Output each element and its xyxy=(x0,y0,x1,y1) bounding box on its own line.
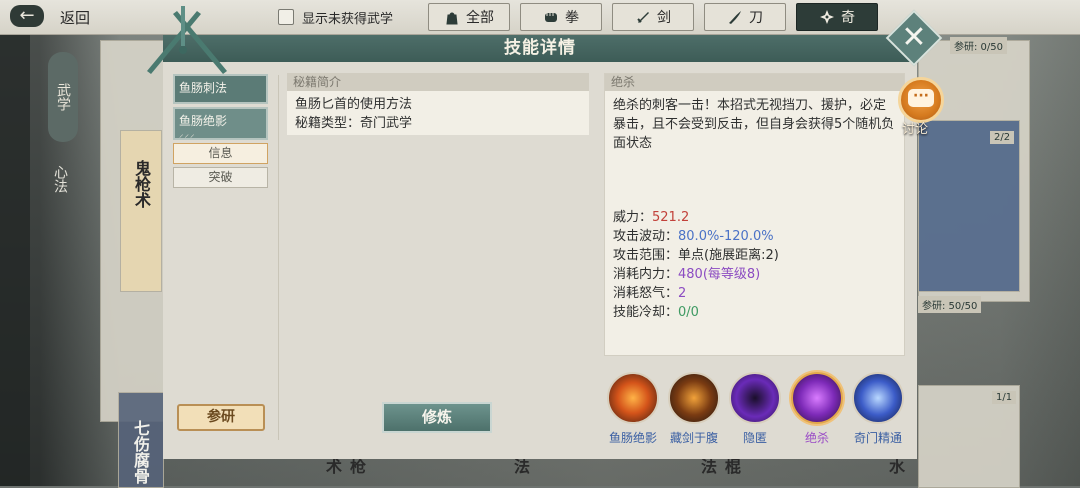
skill-icon-yinni[interactable] xyxy=(729,372,781,424)
filter-tab-special[interactable]: 奇 xyxy=(796,3,878,31)
subnav-item-label: 鱼肠绝影 xyxy=(179,114,228,128)
chat-dots-icon: ··· xyxy=(913,88,929,104)
book-intro-line: 鱼肠匕首的使用方法 xyxy=(295,97,413,112)
practice-button[interactable]: 修炼 xyxy=(382,402,492,433)
stat-power: 威力：521.2 xyxy=(613,208,689,227)
skill-name[interactable]: 绝杀 xyxy=(782,429,852,446)
filter-tab-all[interactable]: 全部 xyxy=(428,3,510,31)
stat-label: 攻击范围： xyxy=(613,248,679,263)
left-shadow xyxy=(0,30,30,486)
book-intro-body: 鱼肠匕首的使用方法 秘籍类型：奇门武学 xyxy=(287,91,589,135)
skill-name[interactable]: 奇门精通 xyxy=(843,429,913,446)
blade-icon xyxy=(729,11,741,24)
subnav-item-label: 鱼肠刺法 xyxy=(179,81,228,95)
filter-tab-sword[interactable]: 剑 xyxy=(612,3,694,31)
fist-icon xyxy=(545,13,557,22)
stat-value: 521.2 xyxy=(652,210,690,225)
stat-value: 480 xyxy=(678,267,703,282)
background-card-title: 枪术 xyxy=(323,458,366,474)
subnav-item-yuchang-cifa[interactable]: 鱼肠刺法 xyxy=(173,74,268,104)
stat-value: 0/0 xyxy=(678,305,699,320)
stat-rage-cost: 消耗怒气：2 xyxy=(613,284,686,303)
stat-mana-cost: 消耗内力：480(每等级8) xyxy=(613,265,760,284)
study-button[interactable]: 参研 xyxy=(177,404,265,431)
stat-attack-variance: 攻击波动：80.0%-120.0% xyxy=(613,227,774,246)
filter-tab-label: 刀 xyxy=(749,10,763,26)
filter-tab-label: 剑 xyxy=(657,10,671,26)
tab-breakthrough[interactable]: 突破 xyxy=(173,167,268,188)
shuriken-icon xyxy=(820,10,834,24)
count-badge: 1/1 xyxy=(992,391,1017,404)
sword-icon xyxy=(637,12,649,23)
level-marks: ⸝⸝⸝ xyxy=(179,130,196,140)
skill-icon-yuchang-jueying[interactable] xyxy=(607,372,659,424)
count-badge: 2/2 xyxy=(990,131,1015,144)
tab-info[interactable]: 信息 xyxy=(173,143,268,164)
skill-name[interactable]: 藏剑于腹 xyxy=(659,429,729,446)
stat-cooldown: 技能冷却：0/0 xyxy=(613,303,699,322)
discuss-label[interactable]: 讨论 xyxy=(902,118,928,137)
side-category-label[interactable]: 心法 xyxy=(50,165,70,193)
book-intro-heading: 秘籍简介 xyxy=(287,73,589,91)
close-icon[interactable]: ✕ xyxy=(894,18,934,58)
background-card-title: 七伤腐骨 xyxy=(131,420,150,484)
stat-value: 单点(施展距离:2) xyxy=(678,248,779,263)
stat-label: 攻击波动： xyxy=(613,229,679,244)
background-card xyxy=(918,120,1020,292)
side-banner[interactable]: 武学 xyxy=(48,52,78,142)
stat-attack-range: 攻击范围：单点(施展距离:2) xyxy=(613,246,779,265)
background-card-title: 水 xyxy=(886,458,905,474)
background-card-title: 棍法 xyxy=(698,458,741,474)
skill-icon-qimen-jingtong[interactable] xyxy=(852,372,904,424)
back-button[interactable]: 返回 xyxy=(60,7,90,28)
filter-tab-label: 全部 xyxy=(466,10,494,26)
crossed-swords-icon xyxy=(147,6,227,74)
background-card xyxy=(120,130,162,292)
stat-label: 技能冷却： xyxy=(613,305,679,320)
skill-detail-panel: 绝杀 绝杀的刺客一击！本招式无视挡刀、援护，必定暴击，且不会受到反击，但自身会获… xyxy=(604,73,905,356)
filter-tab-label: 奇 xyxy=(841,10,855,26)
skill-name[interactable]: 隐匿 xyxy=(720,429,790,446)
stat-value: 80.0%-120.0% xyxy=(678,229,774,244)
research-badge: 参研: 50/50 xyxy=(918,296,982,313)
show-unowned-checkbox[interactable] xyxy=(278,9,294,25)
stat-suffix: (每等级8) xyxy=(702,267,761,282)
stat-value: 2 xyxy=(678,286,687,301)
stat-label: 消耗怒气： xyxy=(613,286,679,301)
stat-label: 消耗内力： xyxy=(613,267,679,282)
skill-icon-jueshe[interactable] xyxy=(791,372,843,424)
research-badge: 参研: 0/50 xyxy=(950,37,1008,54)
book-type-line: 秘籍类型：奇门武学 xyxy=(295,116,413,131)
skill-detail-heading: 绝杀 xyxy=(605,74,904,91)
background-card-title: 法 xyxy=(511,458,530,474)
skill-description: 绝杀的刺客一击！本招式无视挡刀、援护，必定暴击，且不会受到反击，但自身会获得5个… xyxy=(613,98,895,151)
bag-icon xyxy=(446,12,458,25)
divider xyxy=(278,75,279,440)
show-unowned-label[interactable]: 显示未获得武学 xyxy=(302,8,393,27)
subnav-item-yuchang-jueying[interactable]: 鱼肠绝影 ⸝⸝⸝ xyxy=(173,107,268,140)
back-arrow-icon[interactable]: ← xyxy=(10,5,44,27)
filter-tab-blade[interactable]: 刀 xyxy=(704,3,786,31)
dialog-title: 技能详情 xyxy=(504,38,576,58)
filter-tab-label: 拳 xyxy=(565,10,579,26)
stat-label: 威力： xyxy=(613,210,653,225)
skill-name[interactable]: 鱼肠绝影 xyxy=(598,429,668,446)
background-card-title: 鬼枪术 xyxy=(132,160,151,208)
filter-tab-fist[interactable]: 拳 xyxy=(520,3,602,31)
skill-detail-dialog: 技能详情 鱼肠刺法 鱼肠绝影 ⸝⸝⸝ 信息 突破 秘籍简介 鱼肠匕首的使用方法 … xyxy=(163,35,917,459)
skill-icon-cangjian-yufu[interactable] xyxy=(668,372,720,424)
